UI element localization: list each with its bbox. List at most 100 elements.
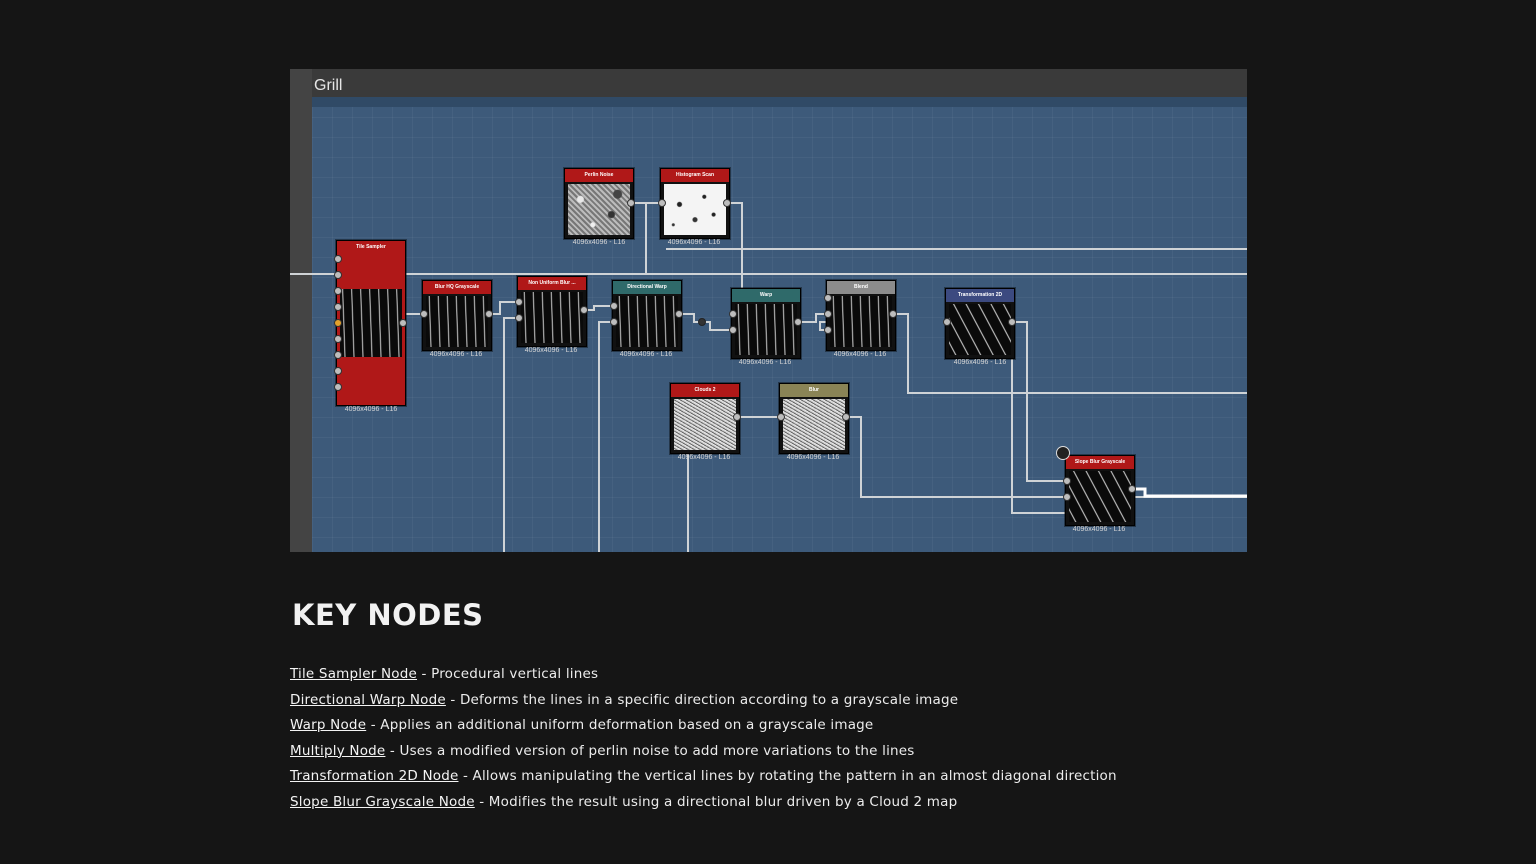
output-port[interactable] bbox=[675, 310, 683, 318]
input-port[interactable] bbox=[334, 255, 342, 263]
node-thumbnail bbox=[674, 399, 736, 450]
node-resolution: 4096x4096 - L16 bbox=[572, 239, 626, 246]
node-description: - Applies an additional uniform deformat… bbox=[366, 717, 874, 734]
input-port[interactable] bbox=[334, 335, 342, 343]
node-title: Slope Blur Grayscale bbox=[1066, 456, 1134, 469]
output-port[interactable] bbox=[399, 319, 407, 327]
node-thumbnail bbox=[340, 289, 402, 357]
node-graph-panel[interactable]: Grill Perlin Noise 4096x4096 - L16 Histo… bbox=[290, 69, 1247, 552]
output-port[interactable] bbox=[842, 413, 850, 421]
node-title: Directional Warp bbox=[613, 281, 681, 294]
list-item: Directional Warp Node - Deforms the line… bbox=[290, 690, 1117, 716]
node-title: Non Uniform Blur ... bbox=[518, 277, 586, 290]
node-description: - Deforms the lines in a specific direct… bbox=[445, 691, 959, 708]
node-thumbnail bbox=[616, 296, 678, 347]
output-port[interactable] bbox=[580, 306, 588, 314]
node-title: Tile Sampler bbox=[337, 241, 405, 254]
node-thumbnail bbox=[568, 184, 630, 235]
node-title: Perlin Noise bbox=[565, 169, 633, 182]
node-resolution: 4096x4096 - L16 bbox=[677, 454, 731, 461]
node-resolution: 4096x4096 - L16 bbox=[524, 347, 578, 354]
node-clouds-2[interactable]: Clouds 2 bbox=[670, 383, 740, 454]
node-title: Histogram Scan bbox=[661, 169, 729, 182]
input-port[interactable] bbox=[334, 303, 342, 311]
node-link[interactable]: Transformation 2D Node bbox=[290, 768, 458, 784]
node-thumbnail bbox=[783, 399, 845, 450]
output-port[interactable] bbox=[733, 413, 741, 421]
key-nodes-list: Tile Sampler Node - Procedural vertical … bbox=[290, 664, 1117, 818]
input-port[interactable] bbox=[334, 287, 342, 295]
node-resolution: 4096x4096 - L16 bbox=[667, 239, 721, 246]
node-title: Warp bbox=[732, 289, 800, 302]
input-port[interactable] bbox=[1063, 477, 1071, 485]
output-port[interactable] bbox=[627, 199, 635, 207]
node-thumbnail bbox=[1069, 471, 1131, 522]
node-tile-sampler[interactable]: Tile Sampler bbox=[336, 240, 406, 406]
node-warp[interactable]: Warp bbox=[731, 288, 801, 359]
node-blur[interactable]: Blur bbox=[779, 383, 849, 454]
input-port[interactable] bbox=[824, 294, 832, 302]
input-port[interactable] bbox=[943, 318, 951, 326]
node-description: - Modifies the result using a directiona… bbox=[474, 793, 958, 810]
node-resolution: 4096x4096 - L16 bbox=[619, 351, 673, 358]
input-port[interactable] bbox=[334, 383, 342, 391]
node-resolution: 4096x4096 - L16 bbox=[344, 406, 398, 413]
input-port[interactable] bbox=[515, 314, 523, 322]
output-port[interactable] bbox=[1008, 318, 1016, 326]
node-link[interactable]: Slope Blur Grayscale Node bbox=[290, 794, 475, 810]
node-resolution: 4096x4096 - L16 bbox=[738, 359, 792, 366]
input-port[interactable] bbox=[610, 318, 618, 326]
list-item: Transformation 2D Node - Allows manipula… bbox=[290, 766, 1117, 792]
node-thumbnail bbox=[426, 296, 488, 347]
node-link[interactable]: Directional Warp Node bbox=[290, 692, 446, 708]
node-resolution: 4096x4096 - L16 bbox=[953, 359, 1007, 366]
input-port[interactable] bbox=[420, 310, 428, 318]
input-port[interactable] bbox=[515, 298, 523, 306]
input-port[interactable] bbox=[824, 326, 832, 334]
output-wire bbox=[1132, 487, 1247, 498]
output-port[interactable] bbox=[1128, 485, 1136, 493]
input-port[interactable] bbox=[729, 326, 737, 334]
node-link[interactable]: Warp Node bbox=[290, 717, 366, 733]
node-histogram-scan[interactable]: Histogram Scan bbox=[660, 168, 730, 239]
node-link[interactable]: Tile Sampler Node bbox=[290, 666, 417, 682]
node-resolution: 4096x4096 - L16 bbox=[833, 351, 887, 358]
node-blur-hq-grayscale[interactable]: Blur HQ Grayscale bbox=[422, 280, 492, 351]
key-nodes-heading: KEY NODES bbox=[292, 598, 484, 632]
node-directional-warp[interactable]: Directional Warp bbox=[612, 280, 682, 351]
node-non-uniform-blur[interactable]: Non Uniform Blur ... bbox=[517, 276, 587, 347]
node-resolution: 4096x4096 - L16 bbox=[429, 351, 483, 358]
input-port[interactable] bbox=[729, 310, 737, 318]
list-item: Multiply Node - Uses a modified version … bbox=[290, 741, 1117, 767]
input-port[interactable] bbox=[334, 367, 342, 375]
input-port[interactable] bbox=[824, 310, 832, 318]
node-title: Blend bbox=[827, 281, 895, 294]
node-link[interactable]: Multiply Node bbox=[290, 743, 385, 759]
reroute-dot[interactable] bbox=[698, 318, 706, 326]
node-description: - Uses a modified version of perlin nois… bbox=[385, 742, 915, 759]
node-title: Clouds 2 bbox=[671, 384, 739, 397]
output-port[interactable] bbox=[485, 310, 493, 318]
wire bbox=[489, 301, 518, 315]
input-port[interactable] bbox=[334, 271, 342, 279]
input-port[interactable] bbox=[610, 302, 618, 310]
input-port[interactable] bbox=[1063, 493, 1071, 501]
wire bbox=[846, 416, 1247, 498]
node-slope-blur-grayscale[interactable]: Slope Blur Grayscale bbox=[1065, 455, 1135, 526]
node-transformation-2d[interactable]: Transformation 2D bbox=[945, 288, 1015, 359]
input-port[interactable] bbox=[658, 199, 666, 207]
output-port[interactable] bbox=[723, 199, 731, 207]
node-title: Blur bbox=[780, 384, 848, 397]
list-item: Warp Node - Applies an additional unifor… bbox=[290, 715, 1117, 741]
node-thumbnail bbox=[664, 184, 726, 235]
output-port[interactable] bbox=[889, 310, 897, 318]
node-description: - Procedural vertical lines bbox=[417, 666, 599, 682]
output-port[interactable] bbox=[794, 318, 802, 326]
node-perlin-noise[interactable]: Perlin Noise bbox=[564, 168, 634, 239]
node-thumbnail bbox=[521, 292, 583, 343]
frame-toggle-icon[interactable] bbox=[1056, 446, 1070, 460]
node-blend[interactable]: Blend bbox=[826, 280, 896, 351]
input-port[interactable] bbox=[334, 351, 342, 359]
input-port-active[interactable] bbox=[334, 319, 342, 327]
input-port[interactable] bbox=[777, 413, 785, 421]
